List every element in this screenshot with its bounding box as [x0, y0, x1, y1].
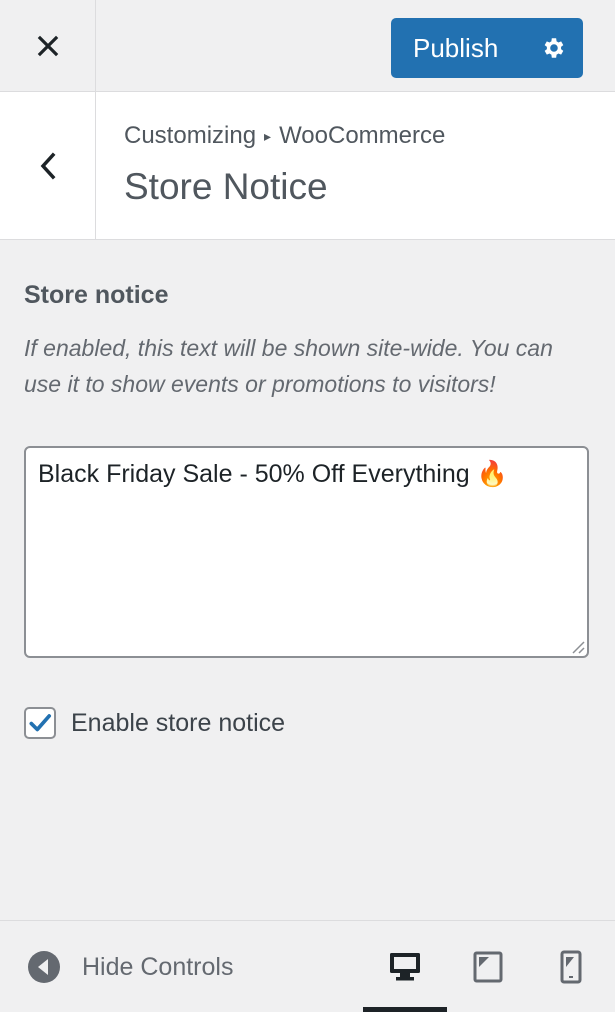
back-button[interactable]: [0, 92, 96, 239]
preview-mobile-button[interactable]: [529, 921, 613, 1012]
hide-controls-button[interactable]: Hide Controls: [28, 951, 233, 983]
breadcrumb-current: WooCommerce: [279, 122, 446, 149]
store-notice-label: Store notice: [24, 281, 169, 309]
enable-store-notice-row: Enable store notice: [24, 707, 285, 739]
close-icon: [37, 35, 58, 57]
chevron-left-icon: [40, 152, 55, 179]
hide-controls-label: Hide Controls: [82, 952, 234, 981]
publish-button[interactable]: Publish: [391, 18, 523, 78]
gear-icon: [544, 38, 564, 58]
tablet-icon: [473, 951, 503, 983]
arrow-left-circle-icon: [28, 951, 60, 983]
breadcrumb-separator: ▸: [264, 128, 272, 144]
enable-store-notice-label[interactable]: Enable store notice: [71, 709, 285, 738]
store-notice-textarea[interactable]: Black Friday Sale - 50% Off Everything 🔥: [24, 446, 589, 658]
preview-tablet-button[interactable]: [446, 921, 530, 1012]
store-notice-description: If enabled, this text will be shown site…: [24, 335, 553, 397]
customizer-header: Publish: [0, 0, 615, 92]
breadcrumb: Customizing ▸ WooCommerce: [124, 122, 445, 150]
desktop-icon: [390, 953, 420, 981]
section-title: Store Notice: [124, 166, 328, 207]
preview-desktop-button[interactable]: [363, 921, 447, 1012]
breadcrumb-parent: Customizing: [124, 122, 257, 149]
publish-settings-button[interactable]: [523, 18, 583, 78]
checkmark-icon: [29, 714, 52, 732]
close-customizer-button[interactable]: [0, 0, 96, 92]
section-header: Customizing ▸ WooCommerce Store Notice: [0, 92, 615, 240]
enable-store-notice-checkbox[interactable]: [24, 707, 56, 739]
resize-handle-icon[interactable]: [569, 638, 585, 654]
publish-button-group: Publish: [391, 18, 583, 78]
mobile-icon: [560, 950, 582, 984]
customizer-footer: Hide Controls: [0, 920, 615, 1012]
